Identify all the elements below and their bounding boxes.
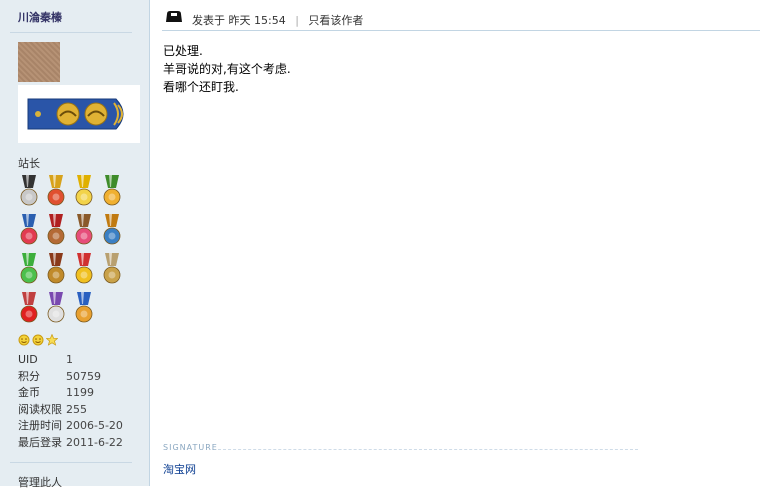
profile-key: 最后登录 (18, 436, 62, 449)
posted-time: 昨天 15:54 (228, 14, 286, 27)
manage-user-link[interactable]: 管理此人 (18, 474, 62, 490)
star-icon (46, 334, 58, 346)
medal-5-icon (18, 214, 40, 248)
medal-7-icon (73, 214, 95, 248)
author-username[interactable]: 川淪秦榛 (18, 9, 62, 25)
only-author-link[interactable]: 只看该作者 (308, 14, 363, 27)
signature-divider (218, 449, 638, 450)
profile-value: 2011-6-22 (66, 436, 123, 449)
medal-12-icon (101, 253, 123, 287)
signature-label: SIGNATURE (163, 443, 218, 452)
signature-link[interactable]: 淘宝网 (163, 461, 196, 477)
profile-value: 255 (66, 402, 87, 416)
medal-11-icon (73, 253, 95, 287)
medal-14-icon (45, 292, 67, 326)
profile-key: 注册时间 (18, 419, 62, 433)
divider (10, 32, 132, 33)
medal-4-icon (101, 175, 123, 209)
profile-key: 金币 (18, 386, 40, 400)
profile-row: 积分 50759 (18, 369, 101, 385)
post-line: 羊哥说的对,有这个考虑. (163, 62, 291, 76)
author-sidebar: 川淪秦榛 站长 UID 1 积分 50759 金币 1199 阅读权限 255 注册时间 2006… (0, 0, 150, 489)
post-header: 发表于 昨天 15:54 | 只看该作者 (162, 8, 760, 31)
profile-value: 1 (66, 353, 73, 366)
medal-1-icon (18, 175, 40, 209)
medal-8-icon (101, 214, 123, 248)
user-group: 站长 (18, 157, 40, 170)
profile-key: 积分 (18, 369, 40, 383)
profile-value: 2006-5-20 (66, 419, 123, 433)
online-status-icon (166, 11, 182, 22)
pipe-divider: | (295, 14, 299, 27)
divider (10, 462, 132, 463)
medal-15-icon (73, 292, 95, 326)
post-content: 已处理. 羊哥说的对,有这个考虑. 看哪个还盯我. (163, 42, 291, 96)
medal-9-icon (18, 253, 40, 287)
profile-row: 注册时间 2006-5-20 (18, 418, 123, 434)
profile-row: 最后登录 2011-6-22 (18, 435, 123, 451)
rank-epaulette-icon (18, 85, 140, 143)
medal-6-icon (45, 214, 67, 248)
profile-row: UID 1 (18, 352, 73, 368)
post-line: 看哪个还盯我. (163, 80, 239, 94)
profile-key: UID (18, 353, 38, 366)
profile-value: 50759 (66, 369, 101, 383)
sun-icon (18, 334, 30, 346)
profile-row: 阅读权限 255 (18, 402, 87, 418)
sun-icon (32, 334, 44, 346)
profile-value: 1199 (66, 386, 94, 400)
medal-10-icon (45, 253, 67, 287)
avatar[interactable] (18, 42, 60, 82)
medal-2-icon (45, 175, 67, 209)
post-meta: 发表于 昨天 15:54 | 只看该作者 (192, 12, 363, 28)
medal-3-icon (73, 175, 95, 209)
post-line: 已处理. (163, 44, 203, 58)
profile-key: 阅读权限 (18, 402, 62, 416)
medal-13-icon (18, 292, 40, 326)
posted-label: 发表于 (192, 14, 225, 27)
profile-row: 金币 1199 (18, 385, 94, 401)
